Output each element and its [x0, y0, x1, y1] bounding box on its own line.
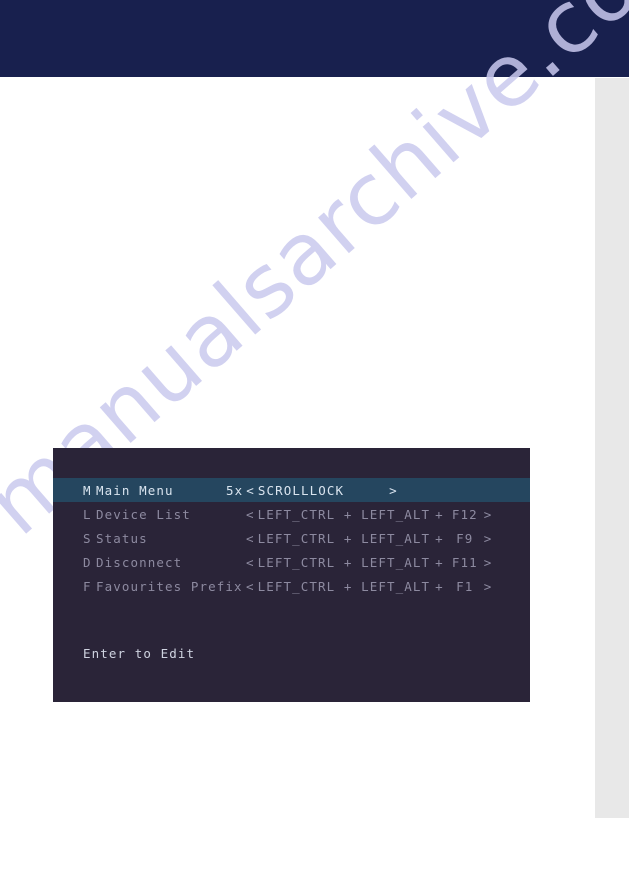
osd-hotkey-list: M Main Menu 5x < SCROLLLOCK > L Device List < LEF… [53, 478, 530, 598]
osd-shortcut-function-key: F1 [456, 578, 474, 594]
osd-shortcut-modifiers: LEFT_CTRL + LEFT_ALT [257, 506, 431, 522]
page-root: manualsarchive.com M Main Menu 5x < SCROLLLO… [0, 0, 629, 893]
osd-row-shortcut: < LEFT_CTRL + LEFT_ALT + F9 > [226, 531, 530, 546]
osd-shortcut-plus: + [435, 506, 444, 522]
osd-row-key: D [83, 554, 92, 570]
osd-row-key: S [83, 530, 92, 546]
osd-shortcut-close-bracket: > [389, 482, 398, 498]
osd-shortcut-modifiers: LEFT_CTRL + LEFT_ALT [257, 578, 431, 594]
osd-shortcut-close-bracket: > [483, 554, 493, 570]
osd-shortcut-open-bracket: < [246, 530, 255, 546]
osd-shortcut-function-key: F12 [451, 506, 478, 522]
page-header-bar [0, 0, 629, 77]
osd-shortcut-function-key: F9 [456, 530, 474, 546]
osd-hotkey-panel: M Main Menu 5x < SCROLLLOCK > L Device List < LEF… [53, 448, 530, 702]
osd-shortcut-prefix: 5x [226, 482, 244, 498]
osd-shortcut-function-key: F11 [451, 554, 478, 570]
osd-row-shortcut: 5x < SCROLLLOCK > [226, 483, 530, 498]
osd-row-key: L [83, 506, 92, 522]
osd-row-label: Main Menu [96, 482, 174, 498]
osd-shortcut-modifiers: LEFT_CTRL + LEFT_ALT [257, 530, 431, 546]
osd-shortcut-modifiers: SCROLLLOCK [257, 482, 345, 498]
osd-shortcut-close-bracket: > [483, 530, 493, 546]
osd-hotkey-row[interactable]: M Main Menu 5x < SCROLLLOCK > [53, 478, 530, 502]
osd-hotkey-row[interactable]: L Device List < LEFT_CTRL + LEFT_ALT + F12 > [53, 502, 530, 526]
osd-shortcut-open-bracket: < [246, 506, 255, 522]
osd-hotkey-row[interactable]: D Disconnect < LEFT_CTRL + LEFT_ALT + F11 > [53, 550, 530, 574]
osd-row-label: Device List [96, 506, 191, 522]
osd-row-key: F [83, 578, 92, 594]
osd-shortcut-open-bracket: < [246, 482, 255, 498]
osd-panel-footer-spacer [53, 598, 530, 646]
osd-row-label: Disconnect [96, 554, 183, 570]
osd-shortcut-close-bracket: > [483, 578, 493, 594]
page-side-strip [595, 78, 629, 818]
osd-shortcut-open-bracket: < [246, 554, 255, 570]
osd-panel-top-spacer [53, 448, 530, 478]
osd-shortcut-modifiers: LEFT_CTRL + LEFT_ALT [257, 554, 431, 570]
osd-row-label: Status [96, 530, 148, 546]
osd-row-shortcut: < LEFT_CTRL + LEFT_ALT + F11 > [226, 555, 530, 570]
osd-row-shortcut: < LEFT_CTRL + LEFT_ALT + F1 > [226, 579, 530, 594]
osd-shortcut-plus: + [435, 530, 444, 546]
osd-row-shortcut: < LEFT_CTRL + LEFT_ALT + F12 > [226, 507, 530, 522]
osd-hotkey-row[interactable]: S Status < LEFT_CTRL + LEFT_ALT + F9 > [53, 526, 530, 550]
osd-hint-text: Enter to Edit [83, 646, 196, 661]
osd-shortcut-open-bracket: < [246, 578, 255, 594]
osd-hotkey-row[interactable]: F Favourites Prefix < LEFT_CTRL + LEFT_ALT +… [53, 574, 530, 598]
osd-shortcut-plus: + [435, 578, 444, 594]
osd-shortcut-close-bracket: > [483, 506, 493, 522]
osd-row-label: Favourites Prefix [96, 578, 243, 594]
osd-row-key: M [83, 482, 92, 498]
osd-shortcut-plus: + [435, 554, 444, 570]
